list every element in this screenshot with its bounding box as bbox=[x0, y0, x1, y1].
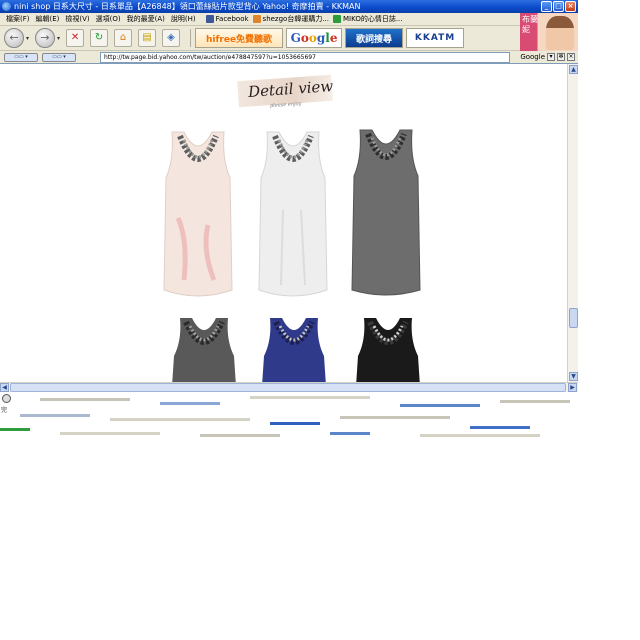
facebook-icon bbox=[205, 15, 214, 23]
google-letter: o bbox=[300, 31, 309, 45]
render-artifact bbox=[160, 402, 220, 405]
stop-button[interactable]: ✕ bbox=[66, 29, 85, 47]
minimize-button[interactable]: _ bbox=[541, 1, 552, 12]
search-area: Google ▾ ✻ × bbox=[520, 53, 578, 61]
render-artifact bbox=[400, 404, 480, 407]
favorites-folder-icon: ▤ bbox=[142, 32, 152, 43]
window-title: nini shop 日系大尺寸 - 日系單品【A26848】領口蕾絲貼片款型背心… bbox=[14, 2, 361, 11]
maximize-button[interactable]: □ bbox=[553, 1, 564, 12]
horizontal-scroll-thumb[interactable] bbox=[10, 383, 566, 392]
side-ad-portrait bbox=[546, 16, 574, 50]
vertical-scrollbar[interactable]: ▲ ▼ bbox=[567, 64, 578, 382]
scroll-left-icon[interactable]: ◀ bbox=[0, 383, 9, 392]
render-artifact bbox=[470, 426, 530, 429]
render-artifact bbox=[200, 434, 280, 437]
tank-top-navy-image[interactable] bbox=[258, 316, 330, 382]
status-bar: 完 bbox=[0, 392, 578, 440]
google-letter: o bbox=[308, 31, 317, 45]
side-ad-text: 布蘭妮 bbox=[522, 15, 538, 34]
forward-dropdown-icon[interactable]: ▾ bbox=[57, 35, 60, 42]
window-controls: _ □ × bbox=[541, 1, 576, 12]
link-miko-label: MIKO的心情日誌... bbox=[343, 15, 403, 23]
page-content: Detail view please enjoy bbox=[0, 64, 567, 382]
tank-top-blush-image[interactable] bbox=[158, 130, 238, 300]
browser-window: nini shop 日系大尺寸 - 日系單品【A26848】領口蕾絲貼片款型背心… bbox=[0, 0, 578, 440]
package-button[interactable]: ◈ bbox=[162, 29, 181, 47]
back-dropdown-icon[interactable]: ▾ bbox=[26, 35, 29, 42]
title-bar: nini shop 日系大尺寸 - 日系單品【A26848】領口蕾絲貼片款型背心… bbox=[0, 0, 578, 13]
scroll-down-icon[interactable]: ▼ bbox=[569, 372, 578, 381]
render-artifact bbox=[330, 432, 370, 435]
google-letter: e bbox=[329, 31, 338, 45]
render-artifact bbox=[0, 428, 30, 431]
tank-top-charcoal-image[interactable] bbox=[168, 316, 240, 382]
search-options-icon[interactable]: ▾ bbox=[547, 53, 555, 61]
page-options-button[interactable]: ▭▭ ▾ bbox=[42, 52, 76, 62]
favorites-button[interactable]: ▤ bbox=[138, 29, 157, 47]
render-artifact bbox=[270, 422, 320, 425]
tank-top-black-image[interactable] bbox=[352, 316, 424, 382]
render-artifact bbox=[20, 414, 90, 417]
render-artifact bbox=[500, 400, 570, 403]
address-bar-row: ▭▭ ▾ ▭▭ ▾ http://tw.page.bid.yahoo.com/t… bbox=[0, 51, 578, 64]
render-artifact bbox=[420, 434, 540, 437]
tank-top-white-image[interactable] bbox=[253, 130, 333, 300]
toolbar-separator bbox=[190, 29, 192, 47]
scroll-right-icon[interactable]: ▶ bbox=[568, 383, 577, 392]
close-button[interactable]: × bbox=[565, 1, 576, 12]
hifree-button[interactable]: hifree免費聽歌 bbox=[195, 28, 284, 48]
render-artifact bbox=[40, 398, 130, 401]
package-icon: ◈ bbox=[167, 32, 175, 43]
menu-file[interactable]: 檔案(F) bbox=[6, 14, 30, 24]
menu-help[interactable]: 說明(H) bbox=[171, 14, 196, 24]
side-ad-banner[interactable]: 布蘭妮 bbox=[520, 13, 578, 51]
link-shezgo-label: shezgo台韓運購力... bbox=[262, 15, 330, 23]
vertical-scroll-thumb[interactable] bbox=[569, 308, 578, 328]
lyrics-search-button[interactable]: 歌詞搜尋 bbox=[345, 28, 404, 48]
link-facebook-label: Facebook bbox=[215, 15, 249, 23]
render-artifact bbox=[110, 418, 250, 421]
link-miko[interactable]: MIKO的心情日誌... bbox=[333, 14, 403, 24]
search-engine-label[interactable]: Google bbox=[520, 53, 545, 61]
status-text: 完 bbox=[1, 407, 8, 414]
kkman-app-icon bbox=[2, 2, 11, 11]
menu-favorites[interactable]: 我的最愛(A) bbox=[127, 14, 165, 24]
google-letter: g bbox=[316, 31, 326, 45]
refresh-icon: ↻ bbox=[94, 32, 104, 43]
stop-icon: ✕ bbox=[70, 32, 80, 43]
horizontal-scrollbar[interactable]: ◀ ▶ bbox=[0, 382, 578, 392]
sidebar-toggle-button[interactable]: ▭▭ ▾ bbox=[4, 52, 38, 62]
google-letter: G bbox=[290, 31, 301, 45]
detail-view-subtitle: please enjoy bbox=[269, 100, 302, 110]
refresh-button[interactable]: ↻ bbox=[90, 29, 109, 47]
menu-options[interactable]: 選項(O) bbox=[96, 14, 121, 24]
menu-edit[interactable]: 編輯(E) bbox=[36, 14, 60, 24]
render-artifact bbox=[340, 416, 450, 419]
menu-view[interactable]: 檢視(V) bbox=[65, 14, 89, 24]
menu-bar: 檔案(F) 編輯(E) 檢視(V) 選項(O) 我的最愛(A) 說明(H) Fa… bbox=[0, 13, 520, 26]
home-icon: ⌂ bbox=[119, 32, 127, 43]
settings-icon[interactable]: ✻ bbox=[557, 53, 565, 61]
link-shezgo[interactable]: shezgo台韓運購力... bbox=[252, 14, 330, 24]
render-artifact bbox=[60, 432, 160, 435]
home-button[interactable]: ⌂ bbox=[114, 29, 133, 47]
toolbar: ← ▾ → ▾ ✕ ↻ ⌂ ▤ ◈ hifree免費聽歌 Google 歌詞搜尋… bbox=[0, 26, 520, 51]
status-globe-icon bbox=[2, 394, 11, 403]
url-field[interactable]: http://tw.page.bid.yahoo.com/tw/auction/… bbox=[100, 51, 510, 63]
render-artifact bbox=[250, 396, 370, 399]
link-facebook[interactable]: Facebook bbox=[205, 15, 249, 23]
shezgo-icon bbox=[252, 15, 261, 23]
forward-button[interactable]: → bbox=[35, 28, 56, 48]
back-button[interactable]: ← bbox=[4, 28, 24, 48]
google-button[interactable]: Google bbox=[286, 28, 343, 48]
forward-arrow-icon: → bbox=[40, 31, 50, 44]
back-arrow-icon: ← bbox=[9, 31, 19, 44]
scroll-up-icon[interactable]: ▲ bbox=[569, 65, 578, 74]
kkatm-button[interactable]: KKATM bbox=[406, 28, 465, 48]
tank-top-gray-image[interactable] bbox=[346, 128, 426, 300]
close-tab-icon[interactable]: × bbox=[567, 53, 575, 61]
miko-icon bbox=[333, 15, 342, 23]
